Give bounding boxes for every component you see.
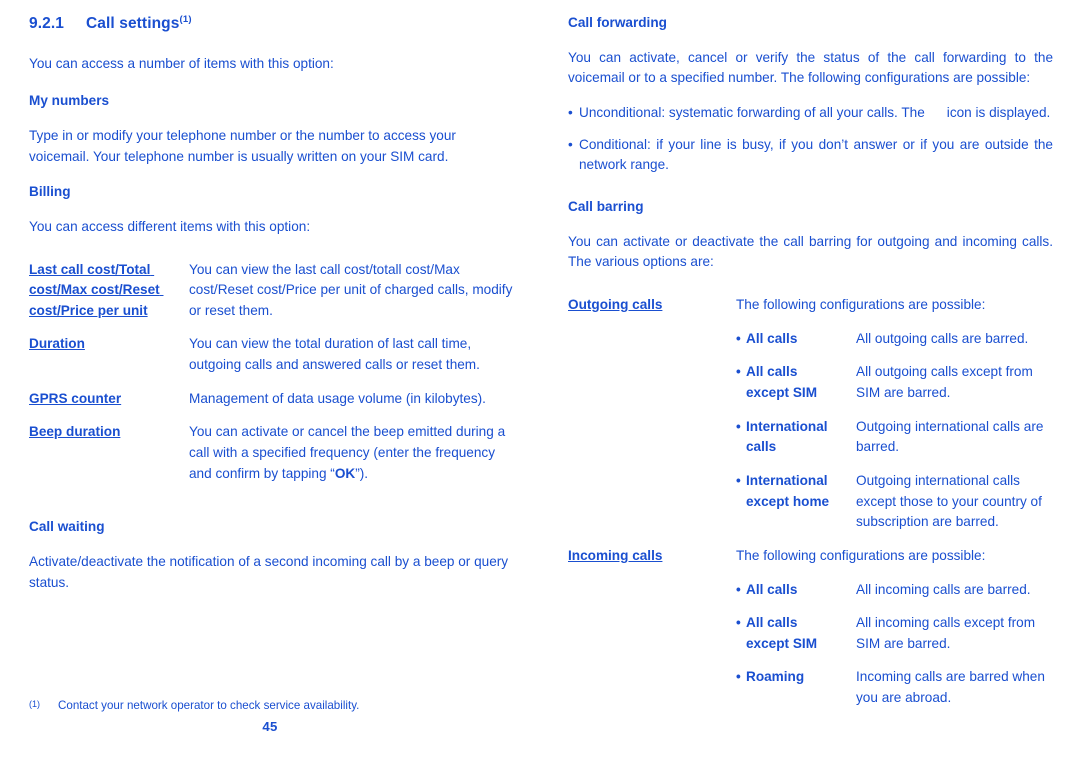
barring-option-incoming-all-calls-except-sim: • All calls except SIM All incoming call… (568, 613, 1053, 654)
bullet-dot-icon: • (568, 104, 573, 120)
billing-label-beep-duration: Beep duration (29, 424, 121, 440)
barring-option-incoming-roaming: • Roaming Incoming calls are barred when… (568, 667, 1053, 708)
page-number-left: 45 (262, 719, 278, 734)
heading-call-barring: Call barring (568, 198, 644, 214)
bullet-dot-icon: • (736, 364, 741, 380)
left-page-column: 9.2.1 Call settings(1) You can access a n… (0, 0, 540, 767)
call-barring-label-incoming: Incoming calls (568, 547, 663, 563)
bullet-dot-icon: • (736, 330, 741, 346)
bullet-dot-icon: • (736, 581, 741, 597)
barring-option-incoming-all-calls: • All calls All incoming calls are barre… (568, 580, 1053, 601)
footnote: (1) Contact your network operator to che… (29, 698, 514, 714)
section-number: 9.2.1 (29, 15, 64, 33)
call-forwarding-bullet-unconditional: • Unconditional: systematic forwarding o… (568, 103, 1053, 124)
barring-option-name: International except home (746, 472, 830, 509)
barring-option-description: All outgoing calls are barred. (856, 330, 1029, 346)
call-waiting-body: Activate/deactivate the notification of … (29, 554, 509, 590)
call-settings-intro: You can access a number of items with th… (29, 55, 334, 71)
call-barring-lead-outgoing: The following configurations are possibl… (736, 296, 986, 312)
footnote-marker: (1) (29, 699, 40, 709)
bullet-text-unconditional-before: Unconditional: systematic forwarding of … (579, 104, 925, 120)
barring-option-name: All calls except SIM (746, 364, 818, 400)
billing-row-gprs-counter: GPRS counter Management of data usage vo… (29, 389, 514, 410)
billing-desc-duration: You can view the total duration of last … (189, 336, 480, 373)
barring-option-name: All calls (746, 330, 798, 346)
page-title: 9.2.1 Call settings(1) (29, 14, 514, 34)
barring-option-description: All outgoing calls except from SIM are b… (856, 364, 1033, 400)
my-numbers-body: Type in or modify your telephone number … (29, 127, 456, 164)
call-barring-label-outgoing: Outgoing calls (568, 296, 663, 312)
billing-desc-beep-duration: You can activate or cancel the beep emit… (189, 422, 514, 484)
barring-option-name: Roaming (746, 669, 805, 685)
barring-option-outgoing-all-calls-except-sim: • All calls except SIM All outgoing call… (568, 362, 1053, 403)
bullet-text-unconditional-after: icon is displayed. (946, 104, 1051, 120)
section-title-text: Call settings (86, 15, 180, 33)
call-barring-lead-incoming: The following configurations are possibl… (736, 547, 986, 563)
barring-option-name: All calls (746, 581, 798, 597)
right-page-column: Call forwarding You can activate, cancel… (540, 0, 1080, 767)
manual-page-spread: 9.2.1 Call settings(1) You can access a n… (0, 0, 1080, 767)
billing-row-cost: Last call cost/Total cost/Max cost/Reset… (29, 260, 514, 322)
call-barring-body: You can activate or deactivate the call … (568, 233, 1053, 270)
billing-row-beep-duration: Beep duration You can activate or cancel… (29, 422, 514, 484)
beep-desc-part2: ”). (355, 465, 369, 481)
billing-desc-gprs-counter: Management of data usage volume (in kilo… (189, 390, 486, 406)
bullet-dot-icon: • (736, 418, 741, 434)
barring-option-name: International calls (746, 418, 828, 455)
barring-option-description: All incoming calls are barred. (856, 581, 1031, 597)
billing-label-gprs-counter: GPRS counter (29, 390, 122, 406)
bullet-dot-icon: • (568, 136, 573, 152)
bullet-text-conditional: Conditional: if your line is busy, if yo… (579, 136, 1053, 173)
footnote-text: Contact your network operator to check s… (58, 699, 360, 712)
call-forwarding-body: You can activate, cancel or verify the s… (568, 49, 1053, 86)
barring-option-outgoing-international-calls: • International calls Outgoing internati… (568, 417, 1053, 458)
barring-option-name: All calls except SIM (746, 615, 818, 651)
call-forwarding-bullet-conditional: • Conditional: if your line is busy, if … (568, 135, 1053, 176)
heading-billing: Billing (29, 184, 71, 200)
barring-option-outgoing-all-calls: • All calls All outgoing calls are barre… (568, 329, 1053, 350)
heading-call-forwarding: Call forwarding (568, 15, 667, 30)
billing-desc-cost: You can view the last call cost/totall c… (189, 261, 513, 318)
call-barring-group-incoming: Incoming calls The following configurati… (568, 546, 1053, 567)
bullet-dot-icon: • (736, 472, 741, 488)
barring-option-description: All incoming calls except from SIM are b… (856, 615, 1036, 651)
barring-option-outgoing-international-except-home: • International except home Outgoing int… (568, 471, 1053, 533)
heading-call-waiting: Call waiting (29, 519, 105, 535)
bullet-dot-icon: • (736, 669, 741, 685)
barring-option-description: Outgoing international calls are barred. (856, 418, 1044, 455)
call-forwarding-bullet-list: • Unconditional: systematic forwarding o… (568, 103, 1053, 176)
barring-option-description: Outgoing international calls except thos… (856, 472, 1042, 530)
section-footnote-marker: (1) (179, 14, 192, 25)
beep-desc-ok-keyword: OK (334, 465, 356, 481)
billing-label-cost: Last call cost/Total cost/Max cost/Reset… (29, 261, 164, 318)
billing-label-duration: Duration (29, 336, 85, 352)
billing-intro: You can access different items with this… (29, 218, 311, 234)
billing-row-duration: Duration You can view the total duration… (29, 334, 514, 375)
barring-option-description: Incoming calls are barred when you are a… (856, 669, 1045, 706)
bullet-dot-icon: • (736, 615, 741, 631)
call-barring-group-outgoing: Outgoing calls The following configurati… (568, 295, 1053, 316)
heading-my-numbers: My numbers (29, 93, 110, 109)
